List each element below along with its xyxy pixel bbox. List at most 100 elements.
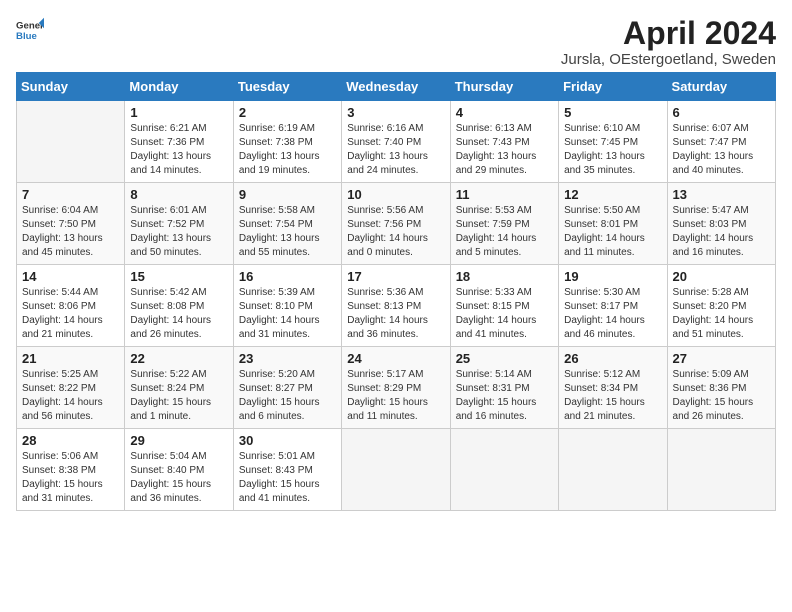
- weekday-header-friday: Friday: [559, 73, 667, 101]
- day-number: 9: [239, 187, 336, 202]
- calendar-cell: 20Sunrise: 5:28 AM Sunset: 8:20 PM Dayli…: [667, 265, 775, 347]
- week-row-4: 21 Sunrise: 5:25 AM Sunset: 8:22 PM Dayli…: [17, 347, 776, 429]
- day-info: Sunrise: 5:58 AM Sunset: 7:54 PM Dayligh…: [239, 204, 336, 260]
- day-number: 21: [22, 351, 119, 366]
- calendar-cell: 27Sunrise: 5:09 AM Sunset: 8:36 PM Dayli…: [667, 347, 775, 429]
- day-info: Sunrise: 5:04 AM Sunset: 8:40 PM Dayligh…: [130, 450, 227, 506]
- day-info: Sunrise: 5:47 AM Sunset: 8:03 PM Dayligh…: [673, 204, 770, 260]
- weekday-header-wednesday: Wednesday: [342, 73, 450, 101]
- calendar-cell: 11Sunrise: 5:53 AM Sunset: 7:59 PM Dayli…: [450, 183, 558, 265]
- day-info: Sunrise: 5:39 AM Sunset: 8:10 PM Dayligh…: [239, 286, 336, 342]
- calendar-cell: 13 Sunrise: 5:47 AM Sunset: 8:03 PM Dayli…: [667, 183, 775, 265]
- calendar-cell: 18 Sunrise: 5:33 AM Sunset: 8:15 PM Dayli…: [450, 265, 558, 347]
- day-info: Sunrise: 6:01 AM Sunset: 7:52 PM Dayligh…: [130, 204, 227, 260]
- day-info: Sunrise: 5:14 AM Sunset: 8:31 PM Dayligh…: [456, 368, 553, 424]
- day-number: 4: [456, 105, 553, 120]
- day-info: Sunrise: 5:01 AM Sunset: 8:43 PM Dayligh…: [239, 450, 336, 506]
- calendar-cell: 24 Sunrise: 5:17 AM Sunset: 8:29 PM Dayli…: [342, 347, 450, 429]
- calendar-cell: 23 Sunrise: 5:20 AM Sunset: 8:27 PM Dayli…: [233, 347, 341, 429]
- day-info: Sunrise: 6:19 AM Sunset: 7:38 PM Dayligh…: [239, 122, 336, 178]
- calendar-cell: [559, 429, 667, 511]
- day-number: 12: [564, 187, 661, 202]
- logo-icon: General Blue: [16, 16, 44, 44]
- week-row-5: 28Sunrise: 5:06 AM Sunset: 8:38 PM Dayli…: [17, 429, 776, 511]
- title-area: April 2024 Jursla, OEstergoetland, Swede…: [561, 16, 776, 68]
- calendar-cell: 12Sunrise: 5:50 AM Sunset: 8:01 PM Dayli…: [559, 183, 667, 265]
- day-number: 15: [130, 269, 227, 284]
- calendar-cell: 22Sunrise: 5:22 AM Sunset: 8:24 PM Dayli…: [125, 347, 233, 429]
- day-number: 19: [564, 269, 661, 284]
- calendar-cell: [450, 429, 558, 511]
- location-title: Jursla, OEstergoetland, Sweden: [561, 51, 776, 68]
- day-number: 14: [22, 269, 119, 284]
- month-title: April 2024: [561, 16, 776, 51]
- calendar-cell: [17, 101, 125, 183]
- day-number: 18: [456, 269, 553, 284]
- calendar-cell: 6Sunrise: 6:07 AM Sunset: 7:47 PM Daylig…: [667, 101, 775, 183]
- day-number: 2: [239, 105, 336, 120]
- calendar-cell: 14Sunrise: 5:44 AM Sunset: 8:06 PM Dayli…: [17, 265, 125, 347]
- calendar-cell: 4 Sunrise: 6:13 AM Sunset: 7:43 PM Daylig…: [450, 101, 558, 183]
- day-number: 17: [347, 269, 444, 284]
- weekday-header-row: SundayMondayTuesdayWednesdayThursdayFrid…: [17, 73, 776, 101]
- week-row-1: 1 Sunrise: 6:21 AM Sunset: 7:36 PM Daylig…: [17, 101, 776, 183]
- day-number: 3: [347, 105, 444, 120]
- day-info: Sunrise: 6:10 AM Sunset: 7:45 PM Dayligh…: [564, 122, 661, 178]
- calendar-cell: 10Sunrise: 5:56 AM Sunset: 7:56 PM Dayli…: [342, 183, 450, 265]
- day-info: Sunrise: 5:33 AM Sunset: 8:15 PM Dayligh…: [456, 286, 553, 342]
- day-info: Sunrise: 5:22 AM Sunset: 8:24 PM Dayligh…: [130, 368, 227, 424]
- day-info: Sunrise: 6:07 AM Sunset: 7:47 PM Dayligh…: [673, 122, 770, 178]
- day-number: 29: [130, 433, 227, 448]
- calendar-cell: 5 Sunrise: 6:10 AM Sunset: 7:45 PM Daylig…: [559, 101, 667, 183]
- calendar-cell: 30 Sunrise: 5:01 AM Sunset: 8:43 PM Dayli…: [233, 429, 341, 511]
- calendar-cell: 2 Sunrise: 6:19 AM Sunset: 7:38 PM Daylig…: [233, 101, 341, 183]
- day-info: Sunrise: 5:36 AM Sunset: 8:13 PM Dayligh…: [347, 286, 444, 342]
- calendar-cell: 3 Sunrise: 6:16 AM Sunset: 7:40 PM Daylig…: [342, 101, 450, 183]
- calendar-cell: 26 Sunrise: 5:12 AM Sunset: 8:34 PM Dayli…: [559, 347, 667, 429]
- day-info: Sunrise: 5:30 AM Sunset: 8:17 PM Dayligh…: [564, 286, 661, 342]
- calendar-cell: 19 Sunrise: 5:30 AM Sunset: 8:17 PM Dayli…: [559, 265, 667, 347]
- day-info: Sunrise: 6:13 AM Sunset: 7:43 PM Dayligh…: [456, 122, 553, 178]
- day-info: Sunrise: 6:16 AM Sunset: 7:40 PM Dayligh…: [347, 122, 444, 178]
- day-info: Sunrise: 5:12 AM Sunset: 8:34 PM Dayligh…: [564, 368, 661, 424]
- day-info: Sunrise: 6:21 AM Sunset: 7:36 PM Dayligh…: [130, 122, 227, 178]
- day-number: 30: [239, 433, 336, 448]
- calendar-cell: 29 Sunrise: 5:04 AM Sunset: 8:40 PM Dayli…: [125, 429, 233, 511]
- calendar-cell: 25 Sunrise: 5:14 AM Sunset: 8:31 PM Dayli…: [450, 347, 558, 429]
- calendar-cell: [342, 429, 450, 511]
- calendar-cell: 9 Sunrise: 5:58 AM Sunset: 7:54 PM Daylig…: [233, 183, 341, 265]
- day-number: 25: [456, 351, 553, 366]
- day-number: 24: [347, 351, 444, 366]
- calendar-cell: 16 Sunrise: 5:39 AM Sunset: 8:10 PM Dayli…: [233, 265, 341, 347]
- week-row-3: 14Sunrise: 5:44 AM Sunset: 8:06 PM Dayli…: [17, 265, 776, 347]
- day-number: 23: [239, 351, 336, 366]
- calendar-cell: [667, 429, 775, 511]
- weekday-header-thursday: Thursday: [450, 73, 558, 101]
- calendar-cell: 8 Sunrise: 6:01 AM Sunset: 7:52 PM Daylig…: [125, 183, 233, 265]
- day-info: Sunrise: 5:20 AM Sunset: 8:27 PM Dayligh…: [239, 368, 336, 424]
- page-header: General Blue April 2024 Jursla, OEstergo…: [16, 16, 776, 68]
- day-info: Sunrise: 5:42 AM Sunset: 8:08 PM Dayligh…: [130, 286, 227, 342]
- calendar-cell: 7Sunrise: 6:04 AM Sunset: 7:50 PM Daylig…: [17, 183, 125, 265]
- day-number: 26: [564, 351, 661, 366]
- week-row-2: 7Sunrise: 6:04 AM Sunset: 7:50 PM Daylig…: [17, 183, 776, 265]
- calendar-cell: 15 Sunrise: 5:42 AM Sunset: 8:08 PM Dayli…: [125, 265, 233, 347]
- calendar-cell: 21 Sunrise: 5:25 AM Sunset: 8:22 PM Dayli…: [17, 347, 125, 429]
- day-number: 11: [456, 187, 553, 202]
- svg-text:General: General: [16, 20, 44, 31]
- day-info: Sunrise: 5:56 AM Sunset: 7:56 PM Dayligh…: [347, 204, 444, 260]
- weekday-header-tuesday: Tuesday: [233, 73, 341, 101]
- day-number: 16: [239, 269, 336, 284]
- day-number: 27: [673, 351, 770, 366]
- calendar-cell: 1 Sunrise: 6:21 AM Sunset: 7:36 PM Daylig…: [125, 101, 233, 183]
- day-number: 1: [130, 105, 227, 120]
- day-number: 8: [130, 187, 227, 202]
- day-info: Sunrise: 5:25 AM Sunset: 8:22 PM Dayligh…: [22, 368, 119, 424]
- weekday-header-saturday: Saturday: [667, 73, 775, 101]
- day-info: Sunrise: 6:04 AM Sunset: 7:50 PM Dayligh…: [22, 204, 119, 260]
- day-info: Sunrise: 5:17 AM Sunset: 8:29 PM Dayligh…: [347, 368, 444, 424]
- day-number: 13: [673, 187, 770, 202]
- day-number: 20: [673, 269, 770, 284]
- day-number: 5: [564, 105, 661, 120]
- calendar-table: SundayMondayTuesdayWednesdayThursdayFrid…: [16, 72, 776, 511]
